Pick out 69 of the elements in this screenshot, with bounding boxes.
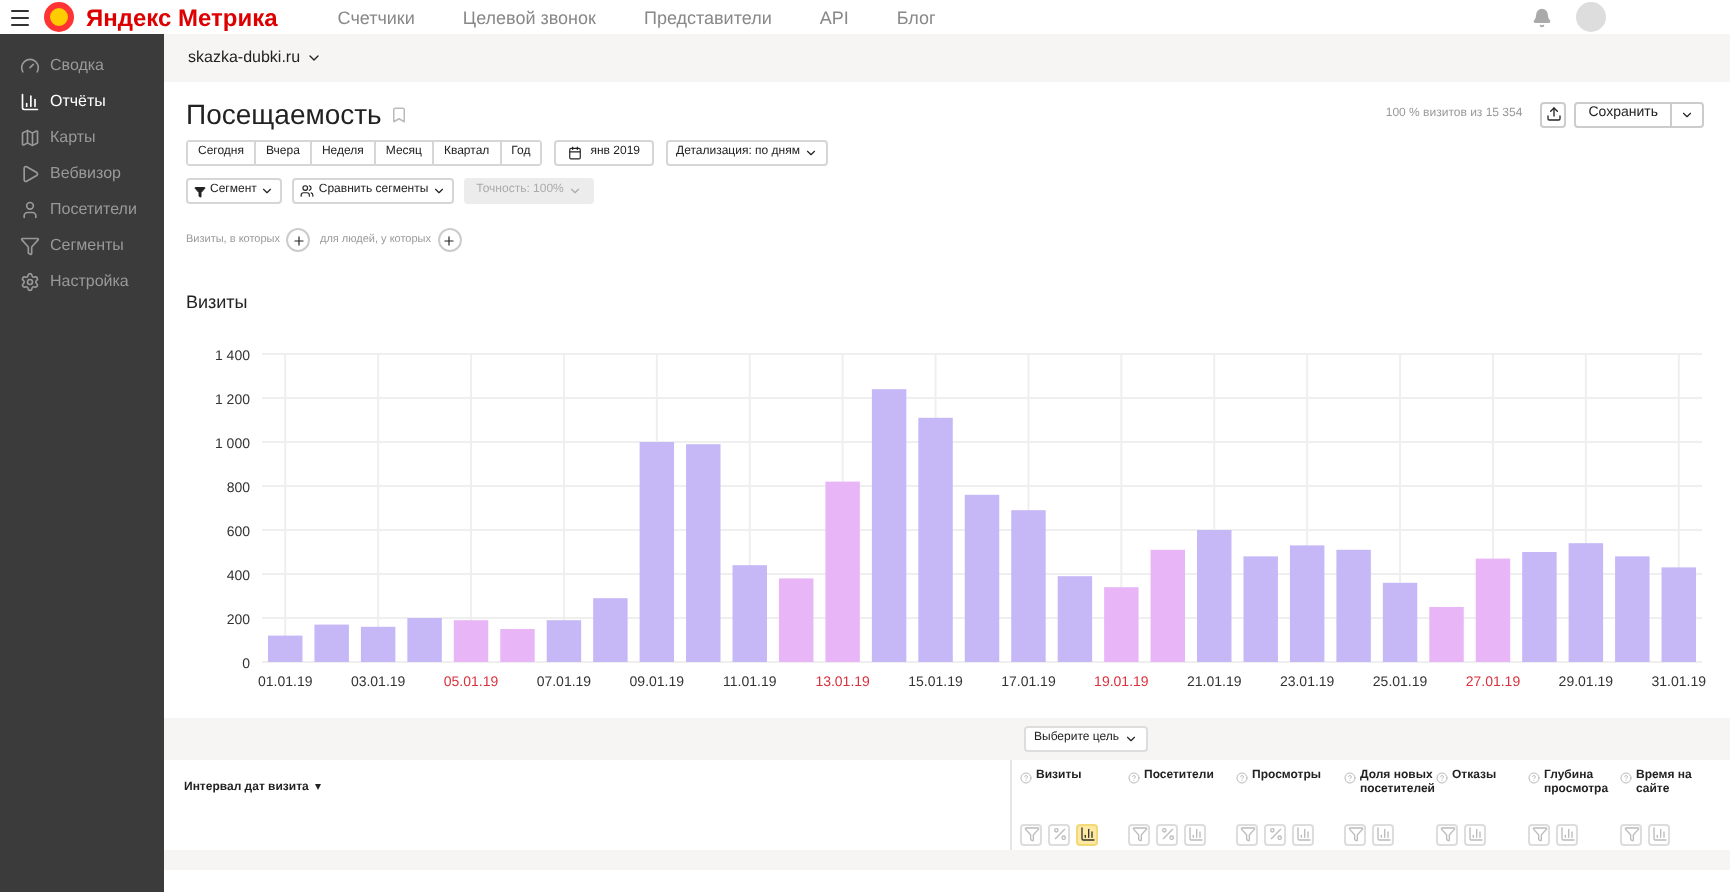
- plus-icon: [291, 233, 305, 247]
- funnel-icon: [194, 185, 206, 197]
- nav-link[interactable]: Счетчики: [337, 5, 415, 29]
- report-title: Посещаемость: [186, 95, 382, 134]
- sidebar-item[interactable]: Вебвизор: [0, 160, 164, 188]
- plus-icon: [442, 233, 456, 247]
- menu-icon[interactable]: [8, 5, 32, 29]
- bar-chart-icon: [1187, 826, 1203, 842]
- chevron-icon: [567, 184, 582, 198]
- users-icon: [300, 184, 315, 198]
- chevron-icon: [432, 184, 447, 198]
- filter-icon: [1531, 826, 1547, 842]
- sidebar-item[interactable]: Сегменты: [0, 232, 164, 260]
- help-icon[interactable]: [1528, 771, 1540, 783]
- nav-link[interactable]: Представители: [643, 5, 772, 29]
- bookmark-icon[interactable]: [389, 105, 408, 123]
- bar-chart-icon: [1467, 826, 1483, 842]
- avatar[interactable]: [1576, 2, 1606, 32]
- upload-icon: [1545, 106, 1562, 122]
- sidebar-item[interactable]: Отчёты: [0, 88, 164, 116]
- column-tool-button[interactable]: [1076, 823, 1098, 845]
- bell-icon[interactable]: [1532, 7, 1552, 27]
- gauge-icon: [20, 56, 40, 76]
- sidebar-item[interactable]: Посетители: [0, 196, 164, 224]
- bar-chart-icon: [1375, 826, 1391, 842]
- nav-link[interactable]: Целевой звонок: [462, 5, 596, 29]
- export-button[interactable]: [1540, 101, 1567, 127]
- filter-icon: [1131, 826, 1147, 842]
- filter-icon: [1239, 826, 1255, 842]
- calendar-icon: [568, 146, 583, 160]
- map-icon: [20, 128, 40, 148]
- chevron-icon: [1680, 107, 1694, 121]
- sidebar-item[interactable]: Карты: [0, 124, 164, 152]
- site-selector[interactable]: skazka-dubki.ru: [188, 46, 323, 70]
- chart-title: Визиты: [186, 290, 250, 316]
- help-icon[interactable]: [1236, 771, 1248, 783]
- percent-icon: [1267, 826, 1283, 842]
- logo-text: Яндекс Метрика: [86, 3, 278, 31]
- bar-chart-icon: [20, 92, 40, 112]
- add-condition-button[interactable]: [286, 228, 310, 252]
- bar-chart-icon: [1295, 826, 1311, 842]
- chevron-icon: [306, 50, 323, 66]
- filter-icon: [1623, 826, 1639, 842]
- bar-chart-icon: [1559, 826, 1575, 842]
- filter-icon: [1023, 826, 1039, 842]
- play-icon: [20, 164, 40, 184]
- logo-icon: [44, 2, 74, 32]
- filter-icon: [1439, 826, 1455, 842]
- funnel-icon: [20, 236, 40, 256]
- filter-icon: [1347, 826, 1363, 842]
- help-icon[interactable]: [1020, 771, 1032, 783]
- add-condition-button[interactable]: [437, 228, 461, 252]
- help-icon[interactable]: [1344, 771, 1356, 783]
- help-icon[interactable]: [1128, 771, 1140, 783]
- help-icon[interactable]: [1620, 771, 1632, 783]
- sidebar-item[interactable]: Настройка: [0, 268, 164, 296]
- bar-chart-icon: [1079, 826, 1095, 842]
- help-icon[interactable]: [1436, 771, 1448, 783]
- chevron-icon: [803, 146, 818, 160]
- percent-icon: [1159, 826, 1175, 842]
- nav-link[interactable]: API: [819, 5, 849, 29]
- sidebar-item[interactable]: Сводка: [0, 52, 164, 80]
- nav-link[interactable]: Блог: [896, 5, 936, 29]
- gear-icon: [20, 272, 40, 292]
- user-icon: [20, 200, 40, 220]
- percent-icon: [1051, 826, 1067, 842]
- bar-chart-icon: [1651, 826, 1667, 842]
- chevron-icon: [260, 184, 275, 198]
- chevron-icon: [1123, 731, 1138, 745]
